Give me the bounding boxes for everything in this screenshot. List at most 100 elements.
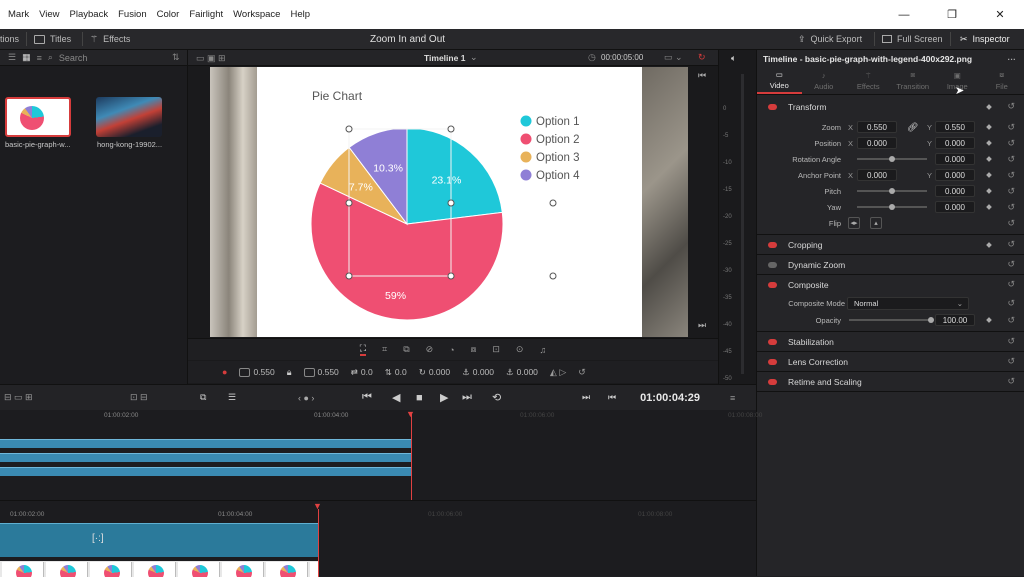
- playhead[interactable]: [411, 412, 412, 500]
- sort-icon[interactable]: ≡: [37, 53, 42, 63]
- next-clip-icon[interactable]: ⏭: [582, 392, 590, 403]
- restore-button[interactable]: ❐: [928, 0, 976, 29]
- search-input[interactable]: Search: [59, 53, 88, 63]
- inspector-toggle-button[interactable]: ✂ Inspector: [960, 34, 1010, 45]
- timeline-tool-icon[interactable]: ⊟ ▭ ⊞: [4, 392, 33, 403]
- lock-icon[interactable]: 🔒︎: [287, 367, 292, 378]
- play-icon[interactable]: ▶: [440, 391, 448, 404]
- keyframe-icon[interactable]: [986, 172, 992, 178]
- enable-toggle[interactable]: [768, 339, 777, 345]
- anchor-x-input[interactable]: 0.000: [857, 169, 897, 181]
- enable-toggle[interactable]: [768, 379, 777, 385]
- keyframe-icon[interactable]: [986, 188, 992, 194]
- fit-icon[interactable]: ⊡: [492, 344, 500, 355]
- opacity-input[interactable]: 100.00: [935, 314, 975, 326]
- reset-icon[interactable]: ↺: [1007, 101, 1015, 112]
- playhead[interactable]: [318, 509, 319, 577]
- position-y-input[interactable]: 0.000: [935, 137, 975, 149]
- anchor-x-value[interactable]: ⚓︎0.000: [462, 367, 494, 378]
- clip-thumbnail-hong-kong[interactable]: [96, 97, 162, 137]
- keyframe-icon[interactable]: [986, 140, 992, 146]
- reverse-play-icon[interactable]: ◀: [392, 391, 400, 404]
- clip-thumbnail-strip[interactable]: [0, 561, 318, 577]
- rotation-input[interactable]: 0.000: [935, 153, 975, 165]
- reset-icon[interactable]: ↺: [1007, 376, 1015, 387]
- reset-icon[interactable]: ↺: [1007, 279, 1015, 290]
- reset-icon[interactable]: ↺: [1007, 170, 1015, 181]
- section-composite[interactable]: Composite ↺: [757, 275, 1024, 294]
- keyframe-icon[interactable]: [986, 317, 992, 323]
- toolbar-transitions-partial[interactable]: tions: [0, 34, 19, 44]
- clip-view-icon[interactable]: ⧉: [200, 392, 206, 403]
- menu-view[interactable]: View: [39, 9, 59, 20]
- zoom-x-value[interactable]: 0.550: [239, 367, 274, 377]
- viewer-frame[interactable]: Pie Chart23.1%59%7.7%10.3%Option 1Option…: [210, 67, 688, 337]
- timeline-selector[interactable]: Timeline 1: [424, 53, 465, 63]
- yaw-slider[interactable]: [857, 206, 927, 208]
- menu-playback[interactable]: Playback: [70, 9, 109, 20]
- full-screen-button[interactable]: Full Screen: [882, 34, 943, 44]
- flip-horizontal-icon[interactable]: ◂▸: [848, 217, 860, 229]
- prev-clip-icon[interactable]: ⏮: [608, 392, 616, 403]
- slider-knob[interactable]: [889, 204, 895, 210]
- flip-icon[interactable]: ◭ ▷: [550, 367, 566, 378]
- enable-toggle[interactable]: [768, 262, 777, 268]
- reset-icon[interactable]: ↺: [1007, 154, 1015, 165]
- speed-icon[interactable]: ◔: [449, 345, 454, 355]
- chevron-down-icon[interactable]: ⌄: [470, 52, 478, 63]
- go-to-end-icon[interactable]: ⏭: [462, 391, 472, 404]
- position-y-value[interactable]: ⇅0.0: [385, 367, 407, 378]
- list-view-icon[interactable]: ☰: [8, 52, 16, 63]
- link-icon[interactable]: 🔗︎: [907, 122, 918, 133]
- jog-control-icon[interactable]: ‹ ● ›: [298, 393, 314, 403]
- menu-fairlight[interactable]: Fairlight: [189, 9, 223, 20]
- enable-toggle[interactable]: [768, 242, 777, 248]
- minimize-button[interactable]: —: [880, 0, 928, 29]
- menu-icon[interactable]: ≡: [730, 393, 735, 403]
- sort-order-icon[interactable]: ⇅: [172, 52, 180, 63]
- grid-view-icon[interactable]: ▦: [22, 52, 31, 63]
- zoom-x-input[interactable]: 0.550: [857, 121, 897, 133]
- menu-workspace[interactable]: Workspace: [233, 9, 280, 20]
- video-clip-track[interactable]: [·:]: [0, 523, 318, 557]
- reset-icon[interactable]: ↺: [1007, 218, 1015, 229]
- clip-thumbnail-pie-graph[interactable]: [5, 97, 71, 137]
- timeline-overview[interactable]: 01:00:02:00 01:00:04:00 01:00:06:00 01:0…: [0, 410, 756, 500]
- reset-icon[interactable]: ↺: [1007, 336, 1015, 347]
- settings-sliders-icon[interactable]: ☰: [228, 392, 236, 403]
- timeline-ruler[interactable]: 01:00:02:00 01:00:04:00 01:00:06:00 01:0…: [0, 412, 756, 424]
- flip-vertical-icon[interactable]: ▴: [870, 217, 882, 229]
- position-x-value[interactable]: ⇄0.0: [351, 367, 373, 378]
- composite-mode-select[interactable]: Normal ⌄: [847, 297, 969, 310]
- position-x-input[interactable]: 0.000: [857, 137, 897, 149]
- keyframe-icon[interactable]: [986, 204, 992, 210]
- quick-export-button[interactable]: ⇪ Quick Export: [798, 34, 862, 45]
- timeline-clip[interactable]: [0, 439, 412, 448]
- section-cropping[interactable]: Cropping ↺: [757, 235, 1024, 254]
- camera-icon[interactable]: ⧇: [471, 344, 477, 355]
- section-retime-scaling[interactable]: Retime and Scaling ↺: [757, 372, 1024, 391]
- rotation-slider[interactable]: [857, 158, 927, 160]
- menu-help[interactable]: Help: [290, 9, 310, 20]
- yaw-input[interactable]: 0.000: [935, 201, 975, 213]
- menu-mark[interactable]: Mark: [8, 9, 29, 20]
- anchor-y-input[interactable]: 0.000: [935, 169, 975, 181]
- reset-icon[interactable]: ↺: [1007, 122, 1015, 133]
- zoom-y-input[interactable]: 0.550: [935, 121, 975, 133]
- section-transform[interactable]: Transform ↺: [757, 97, 1024, 116]
- prev-frame-icon[interactable]: ⏮: [698, 70, 706, 81]
- reset-icon[interactable]: ↺: [1007, 298, 1015, 309]
- playhead-link-icon[interactable]: ↻: [698, 52, 706, 63]
- opacity-slider[interactable]: [849, 319, 931, 321]
- more-options-icon[interactable]: ···: [1008, 54, 1017, 64]
- tab-effects[interactable]: ⚚Effects: [846, 67, 891, 94]
- effects-button[interactable]: ⚚ Effects: [90, 34, 130, 45]
- tab-audio[interactable]: ♪Audio: [802, 67, 847, 94]
- section-stabilization[interactable]: Stabilization ↺: [757, 332, 1024, 351]
- anchor-y-value[interactable]: ⚓︎0.000: [506, 367, 538, 378]
- pitch-slider[interactable]: [857, 190, 927, 192]
- stabilize-icon[interactable]: ⊙: [516, 344, 524, 355]
- reset-icon[interactable]: ↺: [1007, 138, 1015, 149]
- close-button[interactable]: ✕: [976, 0, 1024, 29]
- keyframe-icon[interactable]: [986, 156, 992, 162]
